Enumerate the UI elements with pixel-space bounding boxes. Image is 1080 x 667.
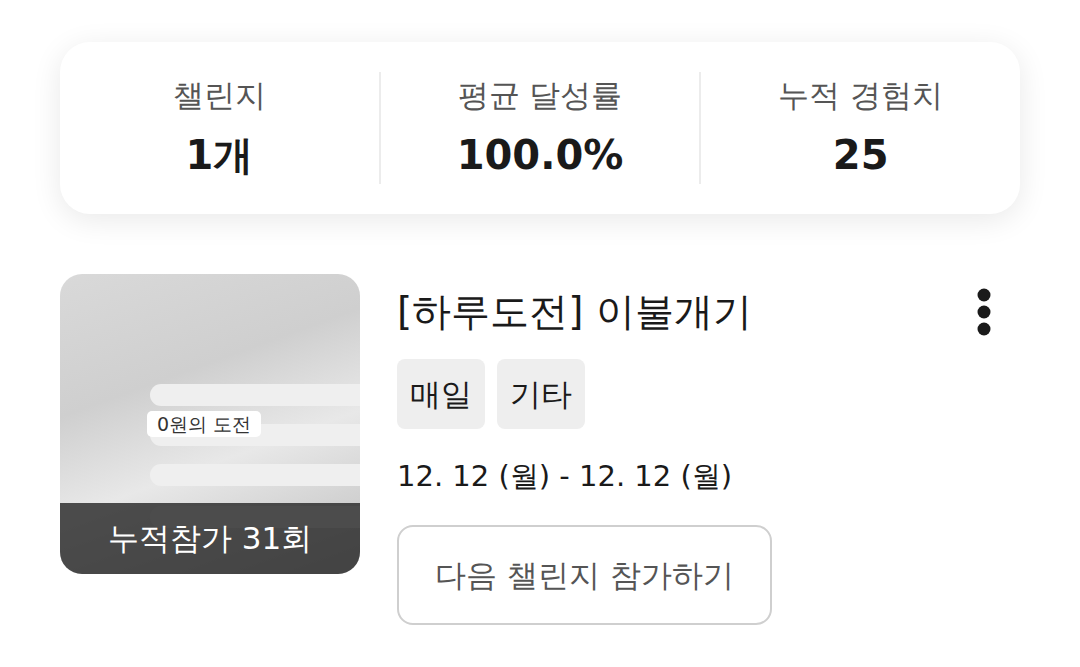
challenge-thumbnail[interactable]: 0원의 도전누적참가 31회 — [60, 274, 360, 574]
stat-item: 누적 경험치 25 — [699, 72, 1020, 184]
tag-list: 매일기타 — [397, 359, 585, 429]
stat-value: 25 — [701, 130, 1020, 180]
stat-value: 100.0% — [381, 130, 700, 180]
stats-card: 챌린지 1개평균 달성률 100.0%누적 경험치 25 — [60, 42, 1020, 214]
more-icon[interactable] — [972, 284, 996, 340]
challenge-title[interactable]: [하루도전] 이불개기 — [397, 288, 752, 336]
challenge-info: [하루도전] 이불개기매일기타 12. 12 (월) - 12. 12 (월) 다음… — [397, 274, 1020, 625]
challenge-period: 12. 12 (월) - 12. 12 (월) — [397, 458, 732, 494]
stat-item: 평균 달성률 100.0% — [379, 72, 700, 184]
tag: 기타 — [497, 359, 585, 429]
stat-label: 누적 경험치 — [701, 72, 1020, 118]
challenge-header: [하루도전] 이불개기 — [397, 274, 1020, 340]
stat-value: 1개 — [60, 130, 379, 180]
stat-label: 챌린지 — [60, 72, 379, 118]
stat-label: 평균 달성률 — [381, 72, 700, 118]
page: 챌린지1개평균 달성률100.0%누적 경험치250원의 도전누적참가 31회[… — [60, 0, 1020, 625]
stat-item: 챌린지 1개 — [60, 72, 379, 184]
blanket-fold — [150, 464, 360, 486]
next-challenge-button[interactable]: 다음 챌린지 참가하기 — [397, 525, 772, 625]
participation-count: 누적참가 31회 — [60, 503, 360, 574]
challenge-item[interactable]: 0원의 도전누적참가 31회 [하루도전] 이불개기매일기타 12. 12 (월) … — [60, 274, 1020, 625]
tag: 매일 — [397, 359, 485, 429]
blanket-fold — [150, 384, 360, 406]
free-badge: 0원의 도전 — [147, 411, 261, 437]
